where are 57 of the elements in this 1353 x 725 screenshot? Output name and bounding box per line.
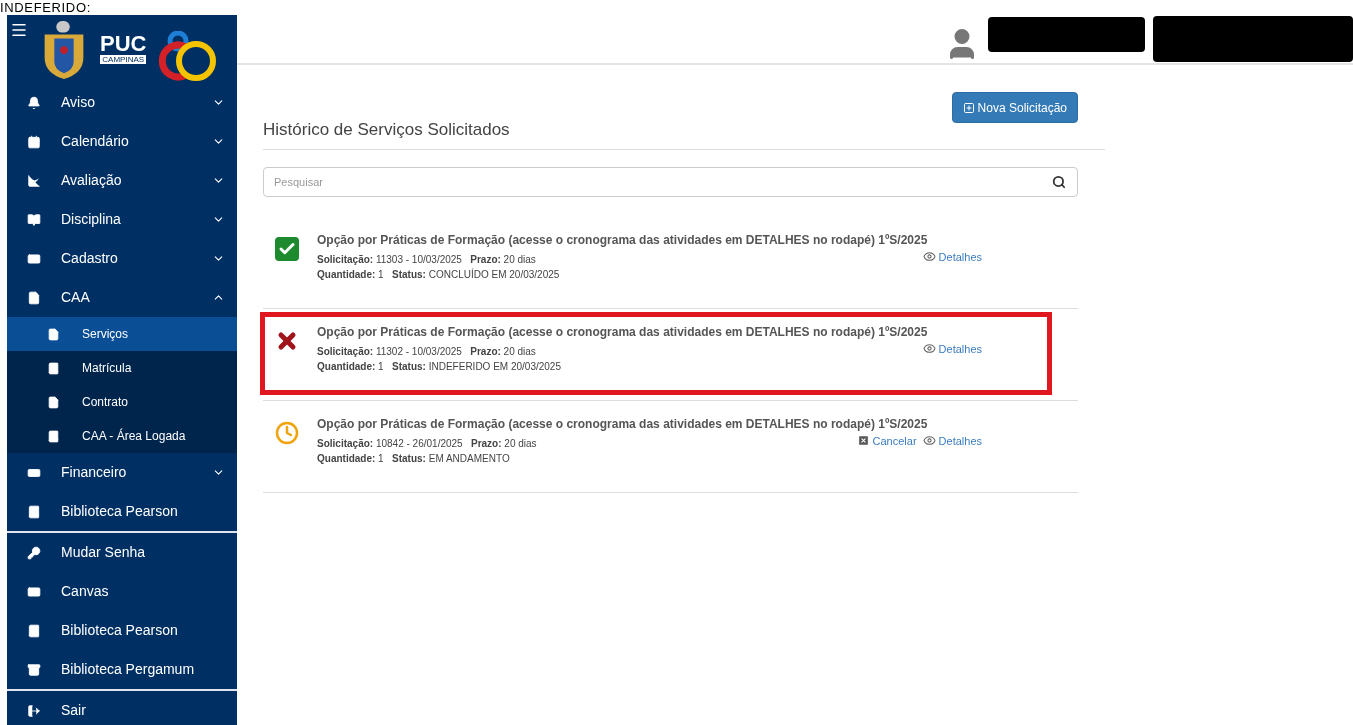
document-icon — [47, 395, 60, 409]
logo-subtitle: CAMPINAS — [100, 55, 147, 64]
request-info: Quantidade: 1 Status: CONCLUÍDO EM 20/03/2025 — [317, 267, 561, 282]
bell-icon — [27, 95, 41, 110]
details-link[interactable]: Detalhes — [922, 248, 982, 265]
book-icon — [27, 504, 41, 519]
submenu-item[interactable]: Matrícula — [7, 351, 237, 385]
details-link[interactable]: Detalhes — [922, 340, 982, 357]
sidebar-item[interactable]: Biblioteca Pergamum — [7, 650, 237, 689]
sidebar-item[interactable]: Cadastro — [7, 239, 237, 278]
request-info: Solicitação: 11302 - 10/03/2025 Prazo: 20 dias — [317, 344, 537, 359]
close-icon — [856, 434, 870, 448]
sidebar-item[interactable]: Sair — [7, 691, 237, 725]
open-book-icon — [27, 212, 41, 227]
calendar-icon — [27, 134, 41, 149]
search-field[interactable]: Pesquisar — [263, 166, 1078, 197]
request-title: Opção por Práticas de Formação (acesse o cronograma das atividades em DETALHES no rodapé) 1ºS/2025 — [317, 231, 929, 249]
archive-icon — [27, 662, 41, 677]
key-icon — [27, 545, 41, 560]
menu-icon[interactable] — [10, 21, 28, 39]
submenu-item[interactable]: Serviços — [7, 317, 237, 351]
sidebar-item[interactable]: Disciplina — [7, 200, 237, 239]
book-icon — [47, 429, 60, 443]
request-info: Quantidade: 1 Status: INDEFERIDO EM 20/03/2025 — [317, 359, 562, 374]
sidebar-item[interactable]: Aviso — [7, 83, 237, 122]
eye-icon — [922, 342, 936, 356]
search-icon[interactable] — [1052, 174, 1066, 189]
sidebar-item[interactable]: Canvas — [7, 572, 237, 611]
details-link[interactable]: Detalhes — [922, 432, 982, 449]
request-title: Opção por Práticas de Formação (acesse o cronograma das atividades em DETALHES no rodapé) 1ºS/2025 — [317, 415, 929, 433]
document-icon — [27, 290, 41, 305]
new-request-button[interactable]: Nova Solicitação — [951, 92, 1078, 123]
request-info: Solicitação: 10842 - 26/01/2025 Prazo: 20 dias — [317, 436, 538, 451]
request-info: Solicitação: 11303 - 10/03/2025 Prazo: 20 dias — [317, 252, 537, 267]
document-icon — [47, 327, 60, 341]
submenu-item[interactable]: CAA - Área Logada — [7, 419, 237, 453]
caption-text: INDEFERIDO: — [0, 0, 91, 15]
request-info: Quantidade: 1 Status: EM ANDAMENTO — [317, 451, 511, 466]
sidebar-item[interactable]: Biblioteca Pearson — [7, 611, 237, 650]
sidebar-item[interactable]: Financeiro — [7, 453, 237, 492]
eye-icon — [922, 250, 936, 264]
eye-icon — [922, 434, 936, 448]
submenu-item[interactable]: Contrato — [7, 385, 237, 419]
sidebar-item[interactable]: Biblioteca Pearson — [7, 492, 237, 531]
book-icon — [47, 361, 60, 375]
sign-out-icon — [27, 703, 41, 718]
sidebar-item[interactable]: CAA — [7, 278, 237, 317]
logo-text: PUC — [100, 33, 147, 55]
sidebar-item[interactable]: Mudar Senha — [7, 533, 237, 572]
anniversary-logo-drawing — [156, 31, 219, 83]
sidebar-item[interactable]: Calendário — [7, 122, 237, 161]
sidebar-item[interactable]: Avaliação — [7, 161, 237, 200]
request-title: Opção por Práticas de Formação (acesse o cronograma das atividades em DETALHES no rodapé) 1ºS/2025 — [317, 323, 929, 341]
plus-icon — [962, 101, 975, 114]
page-title: Histórico de Serviços Solicitados — [263, 119, 511, 141]
book-icon — [27, 623, 41, 638]
cancel-link[interactable]: Cancelar — [856, 432, 917, 449]
